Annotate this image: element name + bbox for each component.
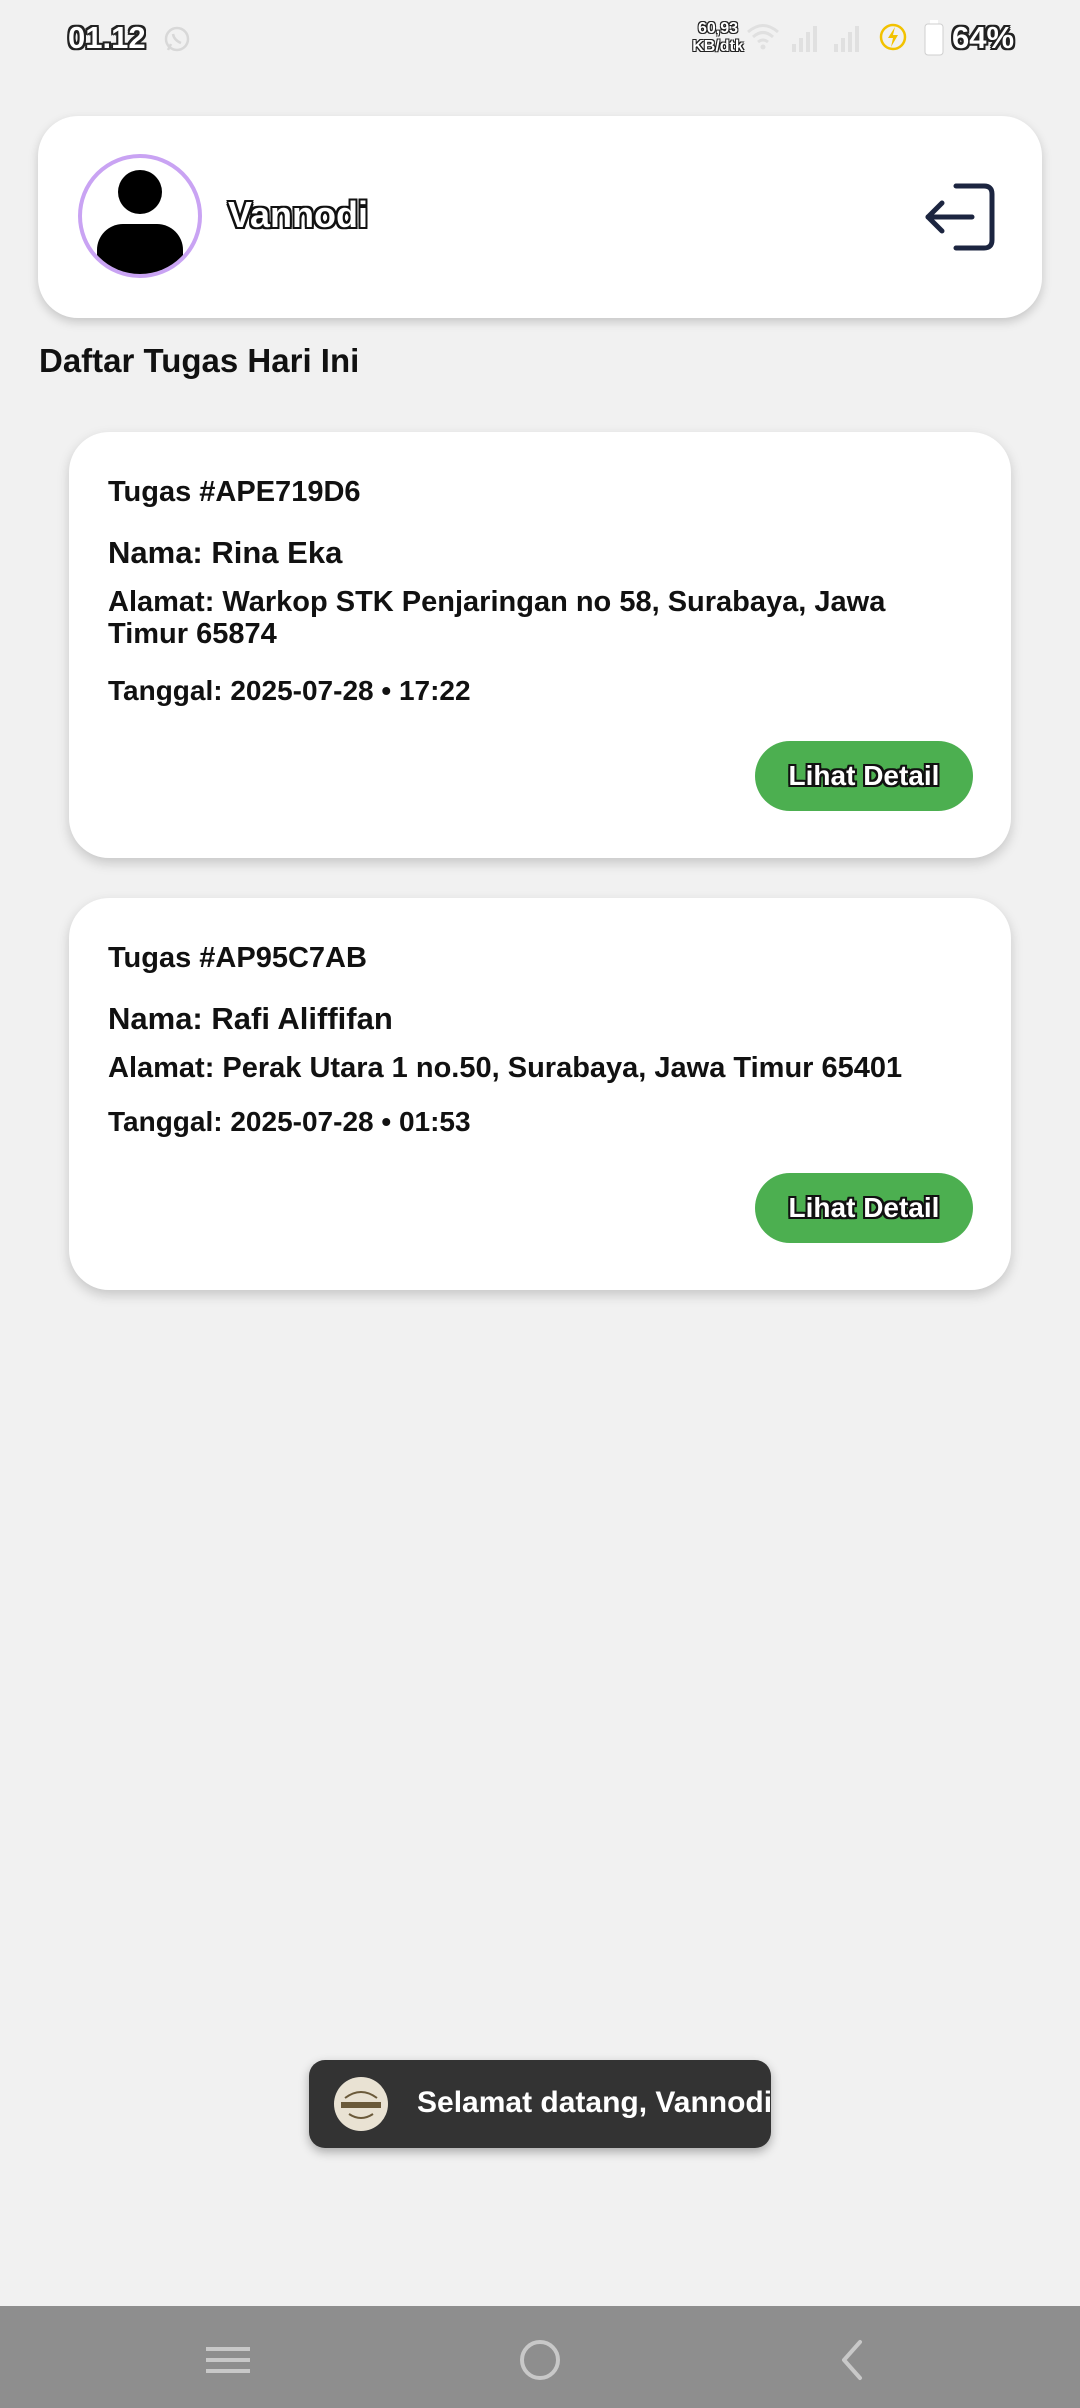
battery-icon [924, 20, 944, 56]
task-address: Alamat: Perak Utara 1 no.50, Surabaya, J… [108, 1052, 903, 1084]
profile-header: Vannodi [38, 116, 1042, 318]
task-id: Tugas #AP95C7AB [108, 942, 367, 974]
signal-icon [792, 26, 817, 52]
toast-message: Selamat datang, Vannodi [417, 2086, 773, 2119]
task-date: Tanggal: 2025-07-28 • 01:53 [108, 1106, 471, 1137]
whatsapp-icon [164, 26, 190, 52]
khumas-logo [334, 2077, 388, 2131]
battery-percent: 64% [952, 20, 1015, 55]
view-detail-button[interactable]: Lihat Detail [755, 741, 973, 811]
section-title: Daftar Tugas Hari Ini [39, 342, 360, 379]
task-address: Alamat: Warkop STK Penjaringan no 58, Su… [108, 586, 886, 650]
avatar[interactable] [78, 154, 202, 278]
logout-icon[interactable] [922, 178, 1000, 256]
back-icon[interactable] [824, 2332, 880, 2388]
person-icon [97, 170, 183, 274]
charging-icon [879, 23, 907, 51]
task-card: Tugas #APE719D6 Nama: Rina Eka Alamat: W… [69, 432, 1011, 858]
user-name: Vannodi [228, 194, 369, 235]
welcome-toast: Selamat datang, Vannodi [309, 2060, 773, 2148]
signal-icon [834, 26, 859, 52]
task-card: Tugas #AP95C7AB Nama: Rafi Aliffifan Ala… [69, 898, 1011, 1290]
menu-icon[interactable] [200, 2332, 256, 2388]
navigation-bar [0, 2306, 1080, 2408]
status-bar: 01.12 60,93 KB/dtk 64% [0, 0, 1080, 80]
wifi-icon [747, 24, 779, 50]
home-icon[interactable] [512, 2332, 568, 2388]
status-time: 01.12 [68, 20, 146, 55]
task-date: Tanggal: 2025-07-28 • 17:22 [108, 675, 471, 706]
view-detail-button[interactable]: Lihat Detail [755, 1173, 973, 1243]
task-customer-name: Nama: Rina Eka [108, 535, 343, 570]
network-speed: 60,93 KB/dtk [692, 20, 744, 55]
task-customer-name: Nama: Rafi Aliffifan [108, 1001, 393, 1036]
task-id: Tugas #APE719D6 [108, 476, 361, 508]
